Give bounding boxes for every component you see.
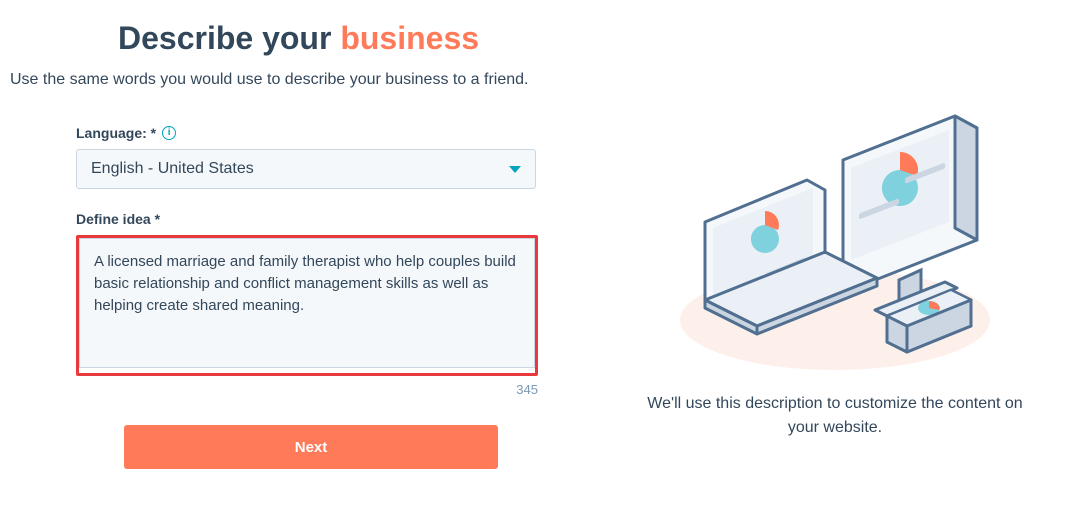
illustration-caption: We'll use this description to customize … [645, 392, 1025, 440]
title-plain: Describe your [118, 20, 340, 56]
language-select[interactable]: English - United States [76, 149, 536, 189]
idea-textarea[interactable] [79, 238, 535, 368]
title-highlight: business [340, 20, 479, 56]
language-label: Language: * [76, 125, 156, 141]
chevron-down-icon [509, 166, 521, 173]
language-value: English - United States [91, 160, 254, 178]
page-subtitle: Use the same words you would use to desc… [10, 71, 570, 89]
devices-illustration [665, 80, 1005, 370]
idea-label: Define idea * [76, 211, 160, 227]
next-button[interactable]: Next [124, 425, 498, 469]
char-counter: 345 [76, 382, 538, 397]
info-icon[interactable]: i [162, 126, 176, 140]
page-title: Describe your business [118, 20, 570, 57]
idea-textarea-highlight [76, 235, 538, 376]
